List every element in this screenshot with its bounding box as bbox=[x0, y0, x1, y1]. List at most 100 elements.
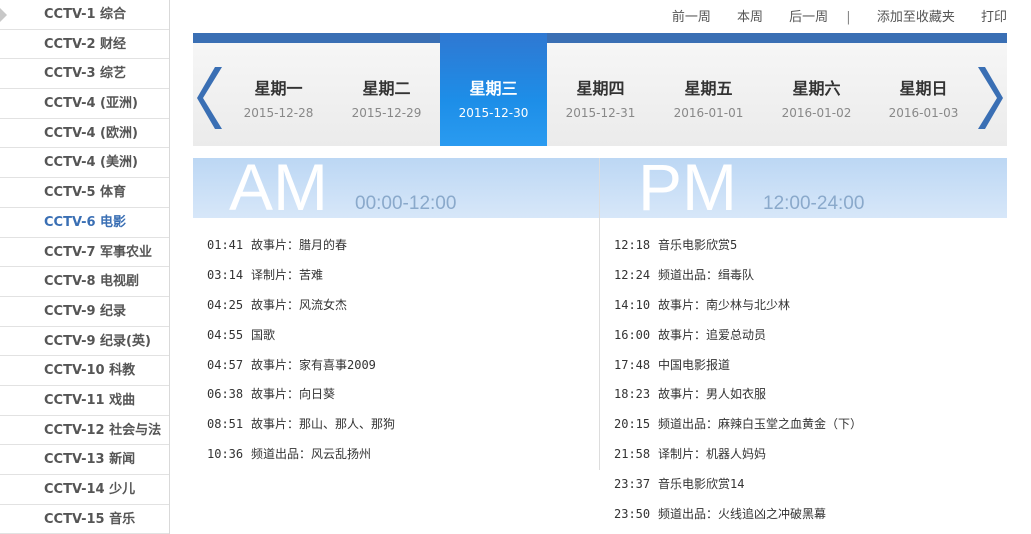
prev-arrow-button[interactable] bbox=[195, 63, 229, 133]
sidebar-channel-item[interactable]: CCTV-8 电视剧 bbox=[0, 267, 169, 297]
day-name: 星期日 bbox=[899, 79, 948, 98]
am-time-range: 00:00-12:00 bbox=[355, 193, 457, 214]
program-item[interactable]: 10:36 频道出品：风云乱扬州 bbox=[207, 440, 587, 470]
day-tab[interactable]: 星期二 2015-12-29 bbox=[333, 33, 440, 146]
program-title: 中国电影报道 bbox=[658, 357, 731, 372]
program-item[interactable]: 01:41 故事片：腊月的春 bbox=[207, 231, 587, 261]
program-title: 频道出品：火线追凶之冲破黑幕 bbox=[658, 507, 827, 522]
program-time: 21:58 bbox=[614, 447, 651, 462]
next-week-link[interactable]: 后一周 bbox=[789, 10, 828, 25]
program-item[interactable]: 16:00 故事片：追爱总动员 bbox=[614, 321, 1004, 351]
week-day-bar: 星期一 2015-12-28 星期二 2015-12-29 星期三 2015-12-30 星… bbox=[193, 33, 1007, 146]
pm-label: PM bbox=[638, 158, 737, 218]
day-tab[interactable]: 星期日 2016-01-03 bbox=[870, 33, 977, 146]
am-banner: AM 00:00-12:00 bbox=[193, 158, 599, 218]
sidebar-channel-item[interactable]: CCTV-1 综合 bbox=[0, 0, 169, 30]
sidebar-channel-item[interactable]: CCTV-9 纪录 bbox=[0, 297, 169, 327]
program-item[interactable]: 18:23 故事片：男人如衣服 bbox=[614, 380, 1004, 410]
program-item[interactable]: 12:24 频道出品：缉毒队 bbox=[614, 261, 1004, 291]
day-date: 2015-12-31 bbox=[565, 106, 636, 120]
program-item[interactable]: 20:15 频道出品：麻辣白玉堂之血黄金（下） bbox=[614, 410, 1004, 440]
sidebar-channel-item[interactable]: CCTV-11 戏曲 bbox=[0, 386, 169, 416]
sidebar-channel-item[interactable]: CCTV-14 少儿 bbox=[0, 475, 169, 505]
this-week-link[interactable]: 本周 bbox=[737, 10, 763, 25]
program-time: 23:37 bbox=[614, 477, 651, 492]
pm-schedule-list: 12:18 音乐电影欣赏5 12:24 频道出品：缉毒队 14:10 故事片：南少林与北少… bbox=[614, 231, 1004, 530]
program-title: 音乐电影欣赏5 bbox=[658, 238, 738, 252]
program-title: 故事片：家有喜事2009 bbox=[251, 357, 376, 372]
program-time: 03:14 bbox=[207, 267, 244, 282]
day-date: 2015-12-29 bbox=[351, 106, 422, 120]
day-date: 2016-01-02 bbox=[781, 106, 852, 120]
program-time: 20:15 bbox=[614, 417, 651, 432]
program-time: 17:48 bbox=[614, 357, 651, 372]
sidebar-channel-item[interactable]: CCTV-2 财经 bbox=[0, 30, 169, 60]
program-time: 06:38 bbox=[207, 387, 244, 402]
program-title: 频道出品：风云乱扬州 bbox=[251, 447, 372, 462]
am-schedule-list: 01:41 故事片：腊月的春 03:14 译制片：苦难 04:25 故事片：风流女杰 04:… bbox=[207, 231, 587, 470]
tv-schedule-page: CCTV-1 综合 CCTV-2 财经 CCTV-3 综艺 CCTV-4 (亚洲) CC… bbox=[0, 0, 1031, 534]
program-item[interactable]: 04:55 国歌 bbox=[207, 321, 587, 351]
week-toolbar: 前一周 本周 后一周 | 添加至收藏夹 打印 bbox=[650, 6, 1007, 25]
chevron-right-icon bbox=[978, 67, 1003, 129]
day-tab[interactable]: 星期四 2015-12-31 bbox=[547, 33, 654, 146]
program-item[interactable]: 14:10 故事片：南少林与北少林 bbox=[614, 291, 1004, 321]
program-item[interactable]: 12:18 音乐电影欣赏5 bbox=[614, 231, 1004, 261]
program-item[interactable]: 23:50 频道出品：火线追凶之冲破黑幕 bbox=[614, 500, 1004, 530]
program-item[interactable]: 03:14 译制片：苦难 bbox=[207, 261, 587, 291]
day-date: 2015-12-30 bbox=[458, 106, 529, 120]
day-name: 星期六 bbox=[792, 79, 841, 98]
sidebar-channel-item[interactable]: CCTV-4 (欧洲) bbox=[0, 119, 169, 149]
program-item[interactable]: 08:51 故事片：那山、那人、那狗 bbox=[207, 410, 587, 440]
channel-list: CCTV-1 综合 CCTV-2 财经 CCTV-3 综艺 CCTV-4 (亚洲) CC… bbox=[0, 0, 169, 534]
day-name: 星期三 bbox=[469, 79, 518, 98]
program-title: 故事片：追爱总动员 bbox=[658, 327, 767, 342]
print-link[interactable]: 打印 bbox=[981, 10, 1007, 25]
program-title: 故事片：腊月的春 bbox=[251, 238, 348, 252]
program-title: 频道出品：缉毒队 bbox=[658, 267, 755, 282]
sidebar-channel-item[interactable]: CCTV-12 社会与法 bbox=[0, 416, 169, 446]
day-tab[interactable]: 星期一 2015-12-28 bbox=[225, 33, 332, 146]
day-tab[interactable]: 星期三 2015-12-30 bbox=[440, 33, 547, 146]
add-favorite-link[interactable]: 添加至收藏夹 bbox=[877, 10, 955, 25]
program-title: 故事片：向日葵 bbox=[251, 387, 336, 402]
program-item[interactable]: 17:48 中国电影报道 bbox=[614, 351, 1004, 381]
day-date: 2016-01-03 bbox=[888, 106, 959, 120]
next-arrow-button[interactable] bbox=[971, 63, 1005, 133]
sidebar-channel-item[interactable]: CCTV-3 综艺 bbox=[0, 59, 169, 90]
program-time: 10:36 bbox=[207, 447, 244, 462]
sidebar-channel-item[interactable]: CCTV-7 军事农业 bbox=[0, 238, 169, 268]
day-name: 星期二 bbox=[362, 79, 411, 98]
sidebar-channel-item[interactable]: CCTV-5 体育 bbox=[0, 178, 169, 208]
program-item[interactable]: 23:37 音乐电影欣赏14 bbox=[614, 470, 1004, 500]
program-item[interactable]: 04:57 故事片：家有喜事2009 bbox=[207, 351, 587, 381]
sidebar-channel-item[interactable]: CCTV-4 (美洲) bbox=[0, 148, 169, 179]
program-time: 23:50 bbox=[614, 507, 651, 522]
program-title: 故事片：那山、那人、那狗 bbox=[251, 417, 396, 432]
program-time: 16:00 bbox=[614, 327, 651, 342]
program-time: 12:24 bbox=[614, 267, 651, 282]
program-time: 18:23 bbox=[614, 387, 651, 402]
sidebar-channel-item[interactable]: CCTV-6 电影 bbox=[0, 207, 169, 238]
day-name: 星期一 bbox=[254, 79, 303, 98]
program-time: 14:10 bbox=[614, 297, 651, 312]
am-pm-divider bbox=[599, 158, 600, 470]
day-tab[interactable]: 星期六 2016-01-02 bbox=[763, 33, 870, 146]
day-date: 2016-01-01 bbox=[673, 106, 744, 120]
program-time: 04:57 bbox=[207, 357, 244, 372]
sidebar-channel-item[interactable]: CCTV-4 (亚洲) bbox=[0, 89, 169, 119]
channel-sidebar: CCTV-1 综合 CCTV-2 财经 CCTV-3 综艺 CCTV-4 (亚洲) CC… bbox=[0, 0, 170, 534]
sidebar-channel-item[interactable]: CCTV-9 纪录(英) bbox=[0, 327, 169, 357]
program-item[interactable]: 21:58 译制片：机器人妈妈 bbox=[614, 440, 1004, 470]
program-time: 12:18 bbox=[614, 238, 651, 252]
sidebar-channel-item[interactable]: CCTV-15 音乐 bbox=[0, 505, 169, 534]
program-item[interactable]: 06:38 故事片：向日葵 bbox=[207, 380, 587, 410]
day-tab[interactable]: 星期五 2016-01-01 bbox=[655, 33, 762, 146]
sidebar-channel-item[interactable]: CCTV-10 科教 bbox=[0, 356, 169, 386]
program-title: 音乐电影欣赏14 bbox=[658, 477, 745, 492]
program-time: 04:55 bbox=[207, 327, 244, 342]
prev-week-link[interactable]: 前一周 bbox=[672, 10, 711, 25]
program-item[interactable]: 04:25 故事片：风流女杰 bbox=[207, 291, 587, 321]
sidebar-channel-item[interactable]: CCTV-13 新闻 bbox=[0, 445, 169, 475]
pm-banner: PM 12:00-24:00 bbox=[600, 158, 1007, 218]
